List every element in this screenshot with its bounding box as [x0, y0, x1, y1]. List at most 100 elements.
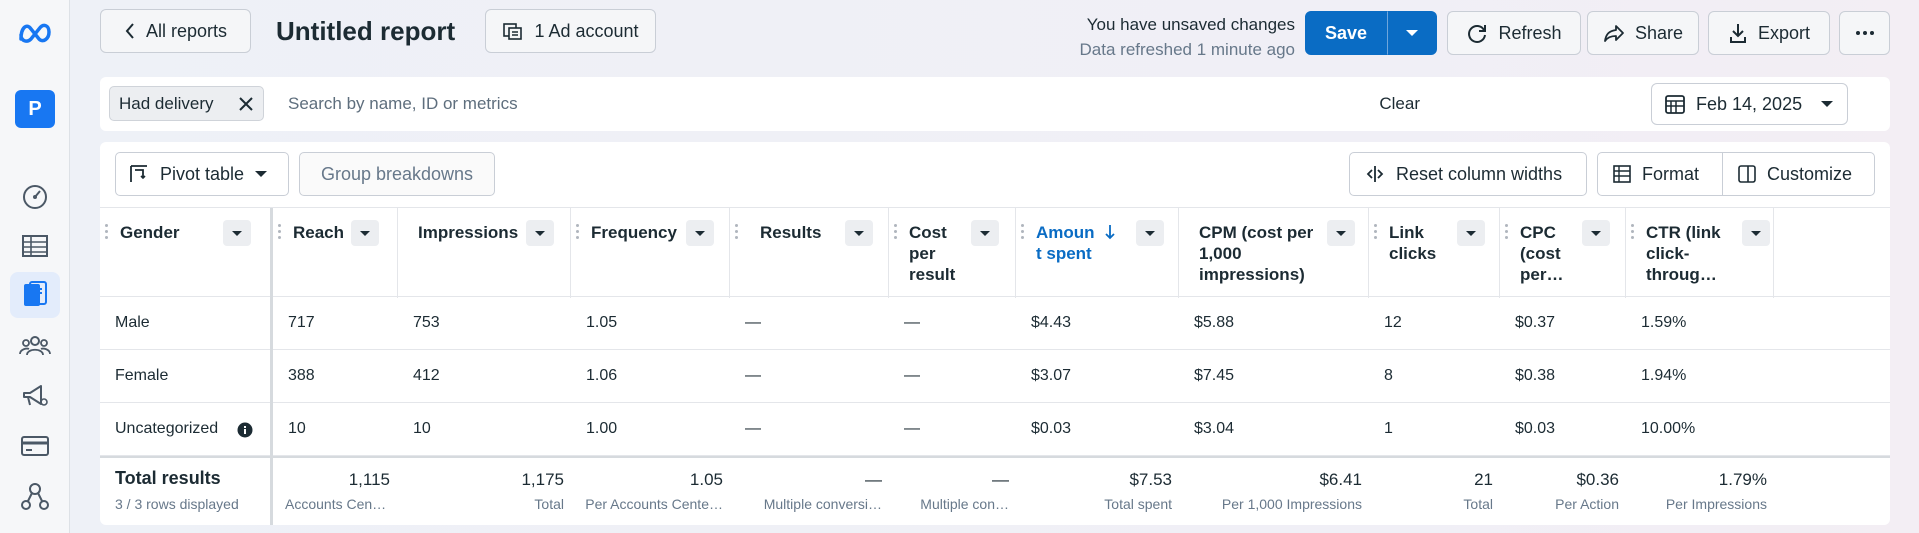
column-header-reach[interactable]: Reach: [273, 208, 398, 298]
caret-down-icon: [360, 230, 370, 236]
business-network-icon[interactable]: [17, 478, 53, 514]
filter-chip-had-delivery[interactable]: Had delivery: [109, 86, 264, 121]
total-reach: 1,115: [348, 470, 390, 489]
column-label-line1: CTR (link: [1646, 223, 1721, 242]
cell-ctr: 1.94%: [1641, 367, 1687, 384]
info-icon[interactable]: [237, 422, 253, 438]
caret-down-icon: [1406, 30, 1418, 36]
save-button[interactable]: Save: [1305, 11, 1387, 55]
account-avatar[interactable]: P: [15, 90, 55, 128]
ad-account-button[interactable]: 1 Ad account: [485, 9, 656, 53]
column-label-line1: CPM (cost per: [1199, 223, 1314, 242]
customize-button[interactable]: Customize: [1722, 152, 1875, 196]
cell-cpc: $0.37: [1515, 314, 1556, 331]
reset-column-widths-button[interactable]: Reset column widths: [1349, 152, 1587, 196]
cell-reach: 388: [288, 367, 315, 384]
column-header-impressions[interactable]: Impressions: [398, 208, 571, 298]
drag-handle-icon[interactable]: [1021, 222, 1027, 244]
export-button[interactable]: Export: [1708, 11, 1830, 55]
column-label-line3: impressions): [1199, 265, 1305, 284]
table-row[interactable]: Male 717 753 1.05 — — $4.43 $5.88 12 $0.…: [100, 297, 1890, 350]
column-menu-button[interactable]: [1742, 220, 1770, 246]
column-header-ctr[interactable]: CTR (link click- throug…: [1626, 208, 1774, 298]
table-row[interactable]: Female 388 412 1.06 — — $3.07 $7.45 8 $0…: [100, 350, 1890, 403]
drag-handle-icon[interactable]: [1631, 222, 1637, 244]
total-frequency: 1.05: [689, 470, 723, 489]
column-menu-button[interactable]: [1582, 220, 1610, 246]
page-title[interactable]: Untitled report: [276, 16, 455, 47]
column-label-line2: 1,000: [1199, 244, 1242, 263]
table-icon[interactable]: [17, 228, 53, 264]
column-menu-button[interactable]: [845, 220, 873, 246]
caret-down-icon: [1751, 230, 1761, 236]
column-label: Frequency: [591, 223, 677, 242]
group-breakdowns-label: Group breakdowns: [320, 163, 474, 184]
meta-logo-icon[interactable]: [17, 14, 53, 50]
dashboard-gauge-icon[interactable]: [17, 178, 53, 214]
column-label-line3: per…: [1520, 265, 1564, 284]
cell-cost-per-result: —: [904, 367, 920, 384]
column-menu-button[interactable]: [526, 220, 554, 246]
drag-handle-icon[interactable]: [1505, 222, 1511, 244]
more-options-button[interactable]: [1839, 11, 1890, 55]
column-header-amount-spent[interactable]: Amoun t spent: [1016, 208, 1179, 298]
close-icon[interactable]: [237, 95, 255, 113]
column-header-cpc[interactable]: CPC (cost per…: [1500, 208, 1626, 298]
drag-handle-icon[interactable]: [1374, 222, 1380, 244]
drag-handle-icon[interactable]: [278, 222, 284, 244]
column-header-gender[interactable]: Gender: [100, 208, 273, 298]
cell-cpm: $3.04: [1194, 420, 1235, 437]
cell-ctr: 10.00%: [1641, 420, 1696, 437]
billing-card-icon[interactable]: [17, 428, 53, 464]
column-header-frequency[interactable]: Frequency: [571, 208, 730, 298]
format-grid-icon: [1613, 165, 1631, 183]
caret-down-icon: [1821, 101, 1834, 107]
column-menu-button[interactable]: [1457, 220, 1485, 246]
caret-down-icon: [255, 171, 268, 177]
cell-gender: Male: [115, 314, 150, 331]
drag-handle-icon[interactable]: [735, 222, 741, 244]
caret-down-icon: [1591, 230, 1601, 236]
column-label: Cost per result: [909, 222, 955, 285]
drag-handle-icon[interactable]: [894, 222, 900, 244]
column-header-link-clicks[interactable]: Link clicks: [1369, 208, 1500, 298]
unsaved-status: You have unsaved changes Data refreshed …: [1080, 12, 1295, 62]
clear-filters-link[interactable]: Clear: [1379, 94, 1420, 114]
search-input[interactable]: [288, 89, 988, 119]
pivot-table-dropdown[interactable]: Pivot table: [115, 152, 289, 196]
share-button[interactable]: Share: [1587, 11, 1699, 55]
date-picker-button[interactable]: Feb 14, 2025: [1651, 83, 1848, 125]
column-header-results[interactable]: Results: [730, 208, 889, 298]
drag-handle-icon[interactable]: [105, 222, 111, 244]
total-cost-per-result: —: [992, 470, 1009, 489]
all-reports-button[interactable]: All reports: [100, 9, 251, 53]
refresh-icon: [1468, 25, 1487, 43]
save-options-dropdown[interactable]: [1387, 11, 1437, 55]
column-menu-button[interactable]: [686, 220, 714, 246]
refresh-button[interactable]: Refresh: [1447, 11, 1581, 55]
total-frequency-note: Per Accounts Cente…: [585, 496, 723, 512]
column-menu-button[interactable]: [351, 220, 379, 246]
campaign-megaphone-icon[interactable]: [17, 378, 53, 414]
format-button[interactable]: Format: [1597, 152, 1723, 196]
cell-gender: Uncategorized: [115, 420, 219, 437]
cell-results: —: [745, 367, 761, 384]
download-icon: [1729, 24, 1746, 43]
total-amount-spent: $7.53: [1129, 470, 1172, 489]
column-header-cost-per-result[interactable]: Cost per result: [889, 208, 1016, 298]
total-results: —: [865, 470, 882, 489]
table-row[interactable]: Uncategorized 10 10 1.00 — — $0.03 $3.04…: [100, 403, 1890, 456]
caret-down-icon: [1466, 230, 1476, 236]
total-ctr: 1.79%: [1718, 470, 1767, 489]
total-reach-note: Accounts Cen…: [285, 496, 387, 512]
column-menu-button[interactable]: [1327, 220, 1355, 246]
drag-handle-icon[interactable]: [576, 222, 582, 244]
group-breakdowns-button[interactable]: Group breakdowns: [299, 152, 495, 196]
column-menu-button[interactable]: [223, 220, 251, 246]
column-header-cpm[interactable]: CPM (cost per 1,000 impressions): [1179, 208, 1369, 298]
column-menu-button[interactable]: [1136, 220, 1164, 246]
sort-descending-arrow-icon[interactable]: [1104, 224, 1116, 240]
audience-icon[interactable]: [17, 328, 53, 364]
column-menu-button[interactable]: [971, 220, 999, 246]
reports-icon[interactable]: [10, 272, 60, 318]
